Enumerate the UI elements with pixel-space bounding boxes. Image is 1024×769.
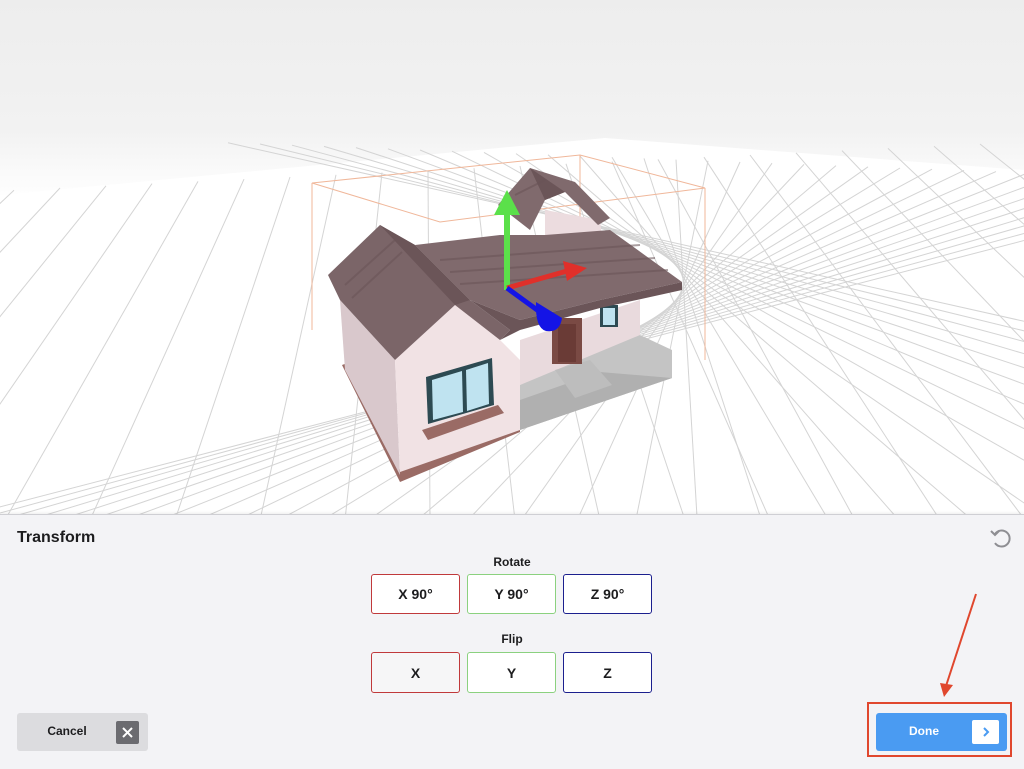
rotate-z-button[interactable]: Z 90° xyxy=(563,574,652,614)
chevron-right-icon xyxy=(972,720,999,744)
done-button[interactable]: Done xyxy=(876,713,1007,751)
rotate-label: Rotate xyxy=(493,555,531,569)
viewport-3d[interactable] xyxy=(0,0,1024,520)
panel-title: Transform xyxy=(17,529,96,546)
rotate-y-button[interactable]: Y 90° xyxy=(467,574,556,614)
flip-y-button[interactable]: Y xyxy=(467,652,556,693)
flip-label: Flip xyxy=(501,632,523,646)
flip-z-button[interactable]: Z xyxy=(563,652,652,693)
done-label: Done xyxy=(909,724,939,738)
transform-panel: Transform Rotate X 90° Y 90° Z 90° Flip … xyxy=(0,514,1024,769)
rotate-x-button[interactable]: X 90° xyxy=(371,574,460,614)
scene-canvas[interactable] xyxy=(0,0,1024,520)
close-icon xyxy=(116,721,139,744)
cancel-button[interactable]: Cancel xyxy=(17,713,148,751)
cancel-label: Cancel xyxy=(47,724,87,738)
reset-button[interactable] xyxy=(986,523,1016,553)
flip-x-button[interactable]: X xyxy=(371,652,460,693)
undo-icon xyxy=(990,529,1011,548)
